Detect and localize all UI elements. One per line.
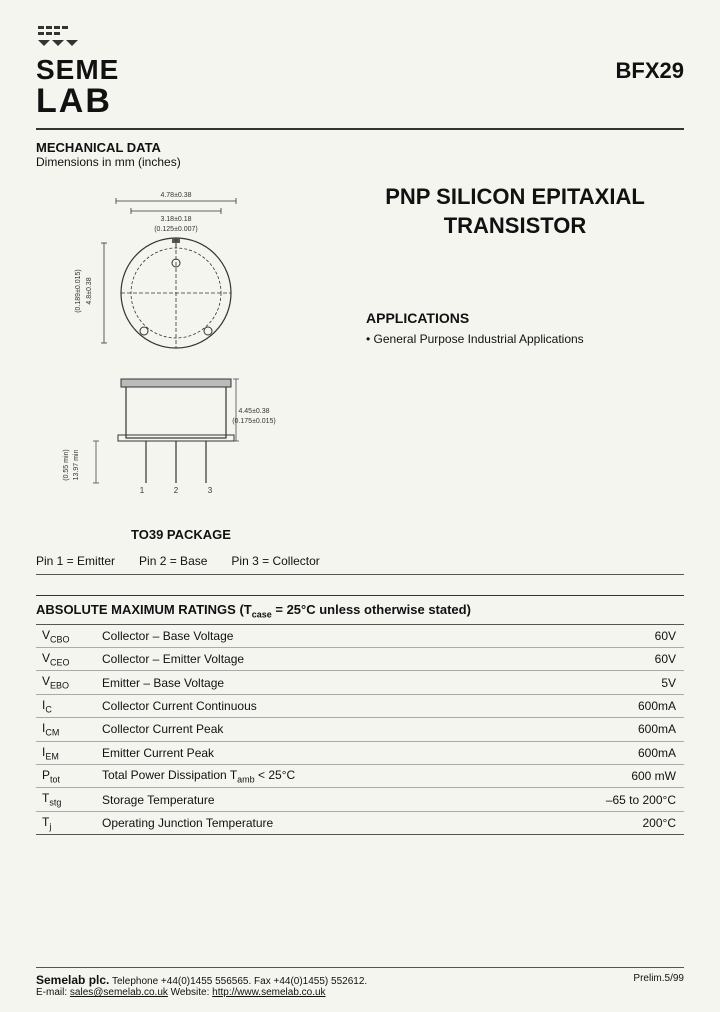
description-cell: Collector Current Peak	[96, 718, 496, 741]
mechanical-title: MECHANICAL DATA	[36, 140, 684, 155]
ratings-header: ABSOLUTE MAXIMUM RATINGS (Tcase = 25°C u…	[36, 596, 684, 624]
right-column: PNP SILICON EPITAXIAL TRANSISTOR APPLICA…	[346, 173, 684, 542]
value-cell: 5V	[496, 671, 684, 694]
footer: Semelab plc. Telephone +44(0)1455 556565…	[36, 967, 684, 998]
symbol-cell: Ptot	[36, 764, 96, 787]
main-content: 4.78±0.38 3.18±0.18 (0.125±0.007) 4.8±0.…	[36, 173, 684, 542]
logo-text-seme: SEME	[36, 56, 119, 84]
symbol-cell: VEBO	[36, 671, 96, 694]
footer-website: http://www.semelab.co.uk	[212, 987, 325, 998]
transistor-title: PNP SILICON EPITAXIAL TRANSISTOR	[385, 183, 645, 240]
logo-area: SEME LAB	[36, 24, 119, 118]
footer-email-label: E-mail:	[36, 987, 70, 998]
description-cell: Total Power Dissipation Tamb < 25°C	[96, 764, 496, 787]
description-cell: Emitter Current Peak	[96, 741, 496, 764]
header: SEME LAB BFX29	[36, 24, 684, 130]
value-cell: 600mA	[496, 694, 684, 717]
value-cell: 600mA	[496, 718, 684, 741]
footer-website-label: Website:	[171, 987, 213, 998]
symbol-cell: IC	[36, 694, 96, 717]
footer-right: Prelim.5/99	[633, 973, 684, 984]
table-row: ICM Collector Current Peak 600mA	[36, 718, 684, 741]
symbol-cell: Tstg	[36, 788, 96, 811]
svg-text:4.8±0.38: 4.8±0.38	[86, 277, 93, 304]
value-cell: –65 to 200°C	[496, 788, 684, 811]
svg-text:13.97 min: 13.97 min	[73, 450, 80, 481]
table-row: IC Collector Current Continuous 600mA	[36, 694, 684, 717]
svg-text:(0.175±0.015): (0.175±0.015)	[232, 418, 276, 425]
left-column: 4.78±0.38 3.18±0.18 (0.125±0.007) 4.8±0.…	[36, 173, 326, 542]
footer-contact: Telephone +44(0)1455 556565. Fax +44(0)1…	[112, 976, 367, 987]
table-row: Tj Operating Junction Temperature 200°C	[36, 811, 684, 834]
symbol-cell: IEM	[36, 741, 96, 764]
symbol-cell: Tj	[36, 811, 96, 834]
footer-prelim: Prelim.5/99	[633, 973, 684, 984]
svg-text:(0.55 min): (0.55 min)	[63, 449, 70, 481]
svg-text:(0.125±0.007): (0.125±0.007)	[154, 226, 198, 233]
package-label: TO39 PACKAGE	[36, 527, 326, 542]
description-cell: Collector – Emitter Voltage	[96, 647, 496, 670]
diagram-svg: 4.78±0.38 3.18±0.18 (0.125±0.007) 4.8±0.…	[36, 183, 316, 503]
divider	[36, 574, 684, 575]
svg-text:4.45±0.38: 4.45±0.38	[238, 408, 269, 415]
package-diagram: 4.78±0.38 3.18±0.18 (0.125±0.007) 4.8±0.…	[36, 183, 316, 523]
footer-company: Semelab plc.	[36, 973, 109, 987]
ratings-section: ABSOLUTE MAXIMUM RATINGS (Tcase = 25°C u…	[36, 595, 684, 835]
value-cell: 200°C	[496, 811, 684, 834]
description-cell: Collector Current Continuous	[96, 694, 496, 717]
logo-text-lab: LAB	[36, 84, 119, 118]
value-cell: 60V	[496, 624, 684, 647]
description-cell: Collector – Base Voltage	[96, 624, 496, 647]
symbol-cell: VCBO	[36, 624, 96, 647]
ratings-table: VCBO Collector – Base Voltage 60V VCEO C…	[36, 624, 684, 836]
pin-info: Pin 1 = Emitter Pin 2 = Base Pin 3 = Col…	[36, 554, 684, 568]
applications-title: APPLICATIONS	[366, 310, 684, 326]
table-row: VCEO Collector – Emitter Voltage 60V	[36, 647, 684, 670]
part-number: BFX29	[616, 58, 684, 84]
applications-section: APPLICATIONS General Purpose Industrial …	[346, 310, 684, 346]
table-row: VEBO Emitter – Base Voltage 5V	[36, 671, 684, 694]
table-row: VCBO Collector – Base Voltage 60V	[36, 624, 684, 647]
svg-text:1: 1	[140, 486, 145, 495]
mechanical-subtitle: Dimensions in mm (inches)	[36, 155, 684, 169]
svg-text:(0.189±0.015): (0.189±0.015)	[75, 269, 82, 313]
description-cell: Storage Temperature	[96, 788, 496, 811]
ratings-condition: (Tcase = 25°C unless otherwise stated)	[239, 602, 471, 617]
footer-left: Semelab plc. Telephone +44(0)1455 556565…	[36, 973, 367, 998]
ratings-title: ABSOLUTE MAXIMUM RATINGS	[36, 602, 236, 617]
logo-svg	[36, 24, 96, 54]
logo-icon	[36, 24, 119, 54]
svg-text:3: 3	[208, 486, 213, 495]
symbol-cell: ICM	[36, 718, 96, 741]
value-cell: 60V	[496, 647, 684, 670]
table-row: Tstg Storage Temperature –65 to 200°C	[36, 788, 684, 811]
value-cell: 600 mW	[496, 764, 684, 787]
value-cell: 600mA	[496, 741, 684, 764]
table-row: Ptot Total Power Dissipation Tamb < 25°C…	[36, 764, 684, 787]
page: SEME LAB BFX29 MECHANICAL DATA Dimension…	[0, 0, 720, 1012]
svg-text:4.78±0.38: 4.78±0.38	[160, 192, 191, 199]
svg-text:2: 2	[174, 486, 179, 495]
table-row: IEM Emitter Current Peak 600mA	[36, 741, 684, 764]
application-item: General Purpose Industrial Applications	[366, 332, 684, 346]
description-cell: Emitter – Base Voltage	[96, 671, 496, 694]
description-cell: Operating Junction Temperature	[96, 811, 496, 834]
footer-email: sales@semelab.co.uk	[70, 987, 168, 998]
symbol-cell: VCEO	[36, 647, 96, 670]
svg-text:3.18±0.18: 3.18±0.18	[160, 216, 191, 223]
applications-list: General Purpose Industrial Applications	[366, 332, 684, 346]
